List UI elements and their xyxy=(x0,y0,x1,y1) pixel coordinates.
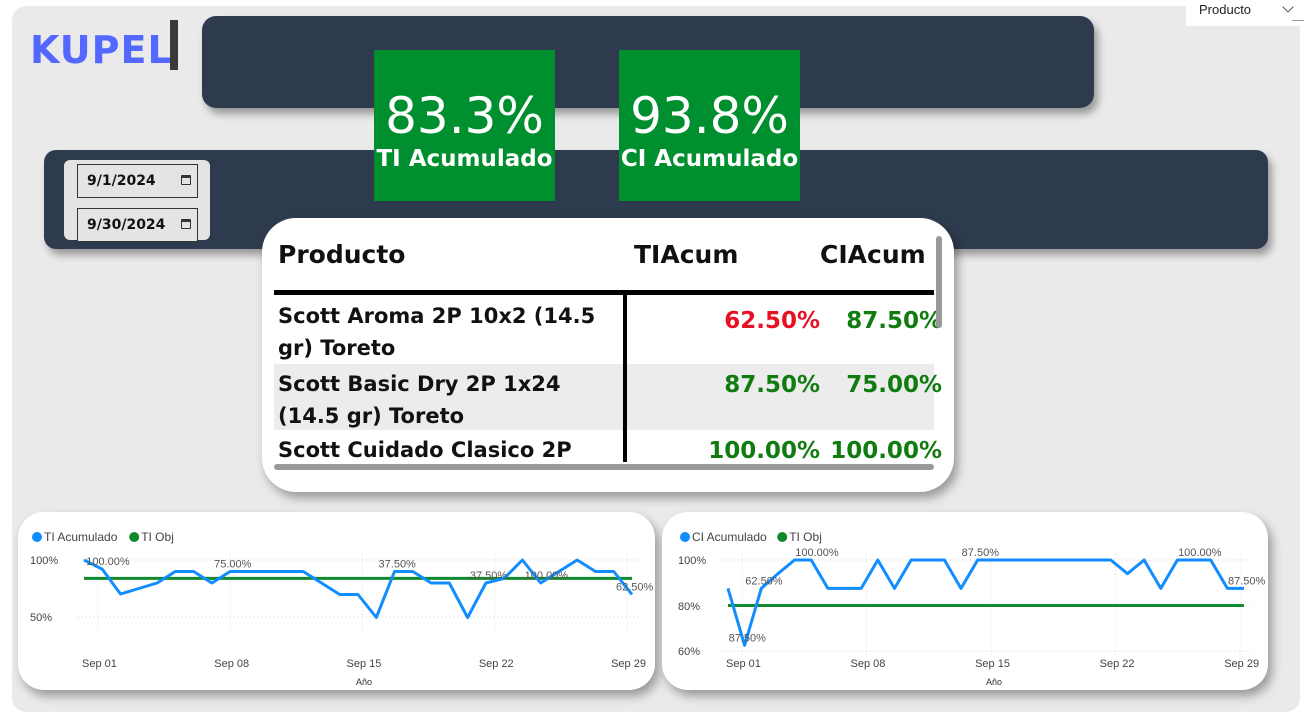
ci-value: 87.50% xyxy=(846,308,942,334)
column-header-tiacum[interactable]: TIAcum xyxy=(634,240,738,269)
producto-filter[interactable]: Producto xyxy=(1186,0,1304,26)
x-tick-label: Sep 01 xyxy=(726,658,761,670)
x-tick-label: Sep 15 xyxy=(347,658,382,670)
ti-value: 100.00% xyxy=(708,438,820,464)
vertical-scrollbar[interactable] xyxy=(936,236,942,328)
data-label: 100.00% xyxy=(1178,547,1222,559)
product-name: Scott Basic Dry 2P 1x24 (14.5 gr) Toreto xyxy=(278,372,561,428)
kpi-label: CI Acumulado xyxy=(620,146,799,172)
x-tick-label: Sep 29 xyxy=(611,658,646,670)
legend-marker xyxy=(129,532,140,542)
kupel-logo: KUPEL xyxy=(30,28,173,72)
end-date-value: 9/30/2024 xyxy=(87,217,166,233)
ci-value: 75.00% xyxy=(846,372,942,398)
x-tick-label: Sep 29 xyxy=(1224,658,1259,670)
header-divider xyxy=(274,290,934,295)
chevron-down-icon[interactable] xyxy=(1282,1,1294,13)
kpi-label: TI Acumulado xyxy=(376,146,553,172)
data-label: 100.00% xyxy=(86,556,130,568)
x-tick-label: Sep 08 xyxy=(214,658,249,670)
kpi-value: 93.8% xyxy=(630,87,789,145)
legend-label: CI Acumulado xyxy=(692,530,767,544)
y-tick-label: 100% xyxy=(678,555,706,567)
calendar-icon[interactable] xyxy=(181,219,191,229)
column-divider xyxy=(623,290,627,462)
product-name: Scott Aroma 2P 10x2 (14.5 gr) Toreto xyxy=(278,304,596,360)
kpi-value: 83.3% xyxy=(385,87,544,145)
x-tick-label: Sep 22 xyxy=(1100,658,1135,670)
x-tick-label: Sep 15 xyxy=(975,658,1010,670)
table-row[interactable]: Scott Basic Dry 2P 1x24 (14.5 gr) Toreto… xyxy=(274,364,942,430)
data-label: 100.00% xyxy=(795,547,839,559)
ci-chart-svg: CI Acumulado TI Obj 100% 80% 60% Sep 01 Sep 08… xyxy=(678,530,1266,687)
table-row[interactable]: Scott Cuidado Clasico 2P 100.00% 100.00% xyxy=(274,430,942,464)
y-tick-label: 100% xyxy=(30,555,58,567)
legend-label: TI Obj xyxy=(141,530,174,544)
ti-value: 87.50% xyxy=(724,372,820,398)
minimize-icon[interactable] xyxy=(1292,20,1304,21)
horizontal-scrollbar[interactable] xyxy=(274,464,934,470)
data-label: 100.00% xyxy=(525,570,569,582)
data-label: 37.50% xyxy=(379,559,417,571)
x-tick-label: Sep 01 xyxy=(82,658,117,670)
x-tick-label: Sep 08 xyxy=(851,658,886,670)
end-date-field[interactable]: 9/30/2024 xyxy=(77,208,198,242)
ti-line-chart: TI Acumulado TI Obj 100% 50% Sep 01 Sep 08 Sep… xyxy=(18,512,655,690)
legend-marker xyxy=(680,532,690,542)
legend-label: TI Acumulado xyxy=(44,530,118,544)
column-header-ciacum[interactable]: CIAcum xyxy=(820,240,926,269)
data-label: 37.50% xyxy=(470,570,508,582)
actual-series-line xyxy=(726,558,1244,647)
ci-line-chart: CI Acumulado TI Obj 100% 80% 60% Sep 01 Sep 08… xyxy=(662,512,1268,690)
actual-series-line xyxy=(83,558,634,619)
ti-value: 62.50% xyxy=(724,308,820,334)
product-name: Scott Cuidado Clasico 2P xyxy=(278,438,572,462)
y-tick-label: 50% xyxy=(30,612,52,624)
y-tick-label: 80% xyxy=(678,601,700,613)
column-header-producto[interactable]: Producto xyxy=(278,240,405,269)
table-row[interactable]: Scott Aroma 2P 10x2 (14.5 gr) Toreto 62.… xyxy=(274,296,942,364)
data-label: 62.50% xyxy=(616,582,654,594)
data-label: 87.50% xyxy=(962,547,1000,559)
legend-label: TI Obj xyxy=(789,530,822,544)
ti-chart-svg: TI Acumulado TI Obj 100% 50% Sep 01 Sep 08 Sep… xyxy=(30,530,654,687)
date-range-slicer: 9/1/2024 9/30/2024 xyxy=(64,160,210,242)
kpi-card-ci[interactable]: 93.8% CI Acumulado xyxy=(619,50,800,201)
y-tick-label: 60% xyxy=(678,646,700,658)
kpi-card-ti[interactable]: 83.3% TI Acumulado xyxy=(374,50,555,201)
data-label: 87.50% xyxy=(729,632,767,644)
data-label: 87.50% xyxy=(1228,575,1266,587)
calendar-icon[interactable] xyxy=(181,175,191,185)
start-date-field[interactable]: 9/1/2024 xyxy=(77,164,198,198)
x-axis-title: Año xyxy=(356,677,372,687)
x-axis-title: Año xyxy=(986,677,1002,687)
data-label: 75.00% xyxy=(214,559,252,571)
legend-marker xyxy=(32,532,42,542)
data-label: 62.50% xyxy=(745,575,783,587)
product-table: Producto TIAcum CIAcum Scott Aroma 2P 10… xyxy=(262,218,954,492)
ci-value: 100.00% xyxy=(830,438,942,464)
legend-marker xyxy=(777,532,788,542)
x-tick-label: Sep 22 xyxy=(479,658,514,670)
start-date-value: 9/1/2024 xyxy=(87,173,156,189)
filter-label: Producto xyxy=(1199,2,1252,17)
logo-divider xyxy=(170,20,178,70)
